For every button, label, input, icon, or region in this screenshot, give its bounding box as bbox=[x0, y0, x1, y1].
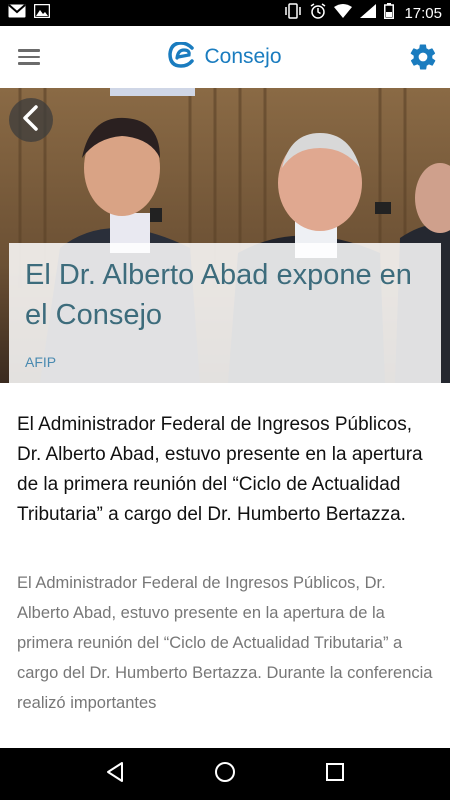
article-source[interactable]: AFIP bbox=[25, 354, 56, 370]
nav-recents-button[interactable] bbox=[320, 759, 350, 789]
settings-button[interactable] bbox=[408, 42, 438, 72]
menu-button[interactable] bbox=[18, 44, 44, 70]
app-bar: Consejo bbox=[0, 26, 450, 88]
app-brand: Consejo bbox=[168, 40, 282, 73]
image-icon bbox=[33, 3, 51, 23]
nav-back-button[interactable] bbox=[100, 759, 130, 789]
chevron-left-icon bbox=[21, 104, 41, 136]
signal-icon bbox=[360, 3, 377, 23]
alarm-icon bbox=[310, 2, 326, 24]
article-title: El Dr. Alberto Abad expone en el Consejo bbox=[25, 259, 412, 331]
app-title: Consejo bbox=[204, 45, 282, 68]
status-bar: 17:05 bbox=[0, 0, 450, 26]
article-lead: El Administrador Federal de Ingresos Púb… bbox=[17, 414, 423, 525]
hamburger-menu-icon bbox=[18, 49, 40, 52]
system-nav-bar bbox=[0, 748, 450, 800]
back-triangle-icon bbox=[104, 761, 126, 788]
article-title-card: El Dr. Alberto Abad expone en el Consejo… bbox=[9, 243, 441, 383]
battery-icon bbox=[384, 2, 395, 24]
nav-home-button[interactable] bbox=[210, 759, 240, 789]
article-content: El Administrador Federal de Ingresos Púb… bbox=[17, 410, 437, 718]
back-button[interactable] bbox=[9, 98, 53, 142]
recents-square-icon bbox=[325, 762, 345, 787]
wifi-icon bbox=[334, 3, 353, 23]
article-body: El Administrador Federal de Ingresos Púb… bbox=[17, 574, 433, 712]
vibrate-icon bbox=[284, 2, 302, 24]
gmail-icon bbox=[8, 3, 26, 23]
status-time: 17:05 bbox=[404, 4, 442, 22]
consejo-logo-icon bbox=[168, 40, 196, 73]
gear-icon bbox=[408, 44, 438, 76]
home-circle-icon bbox=[213, 760, 237, 789]
